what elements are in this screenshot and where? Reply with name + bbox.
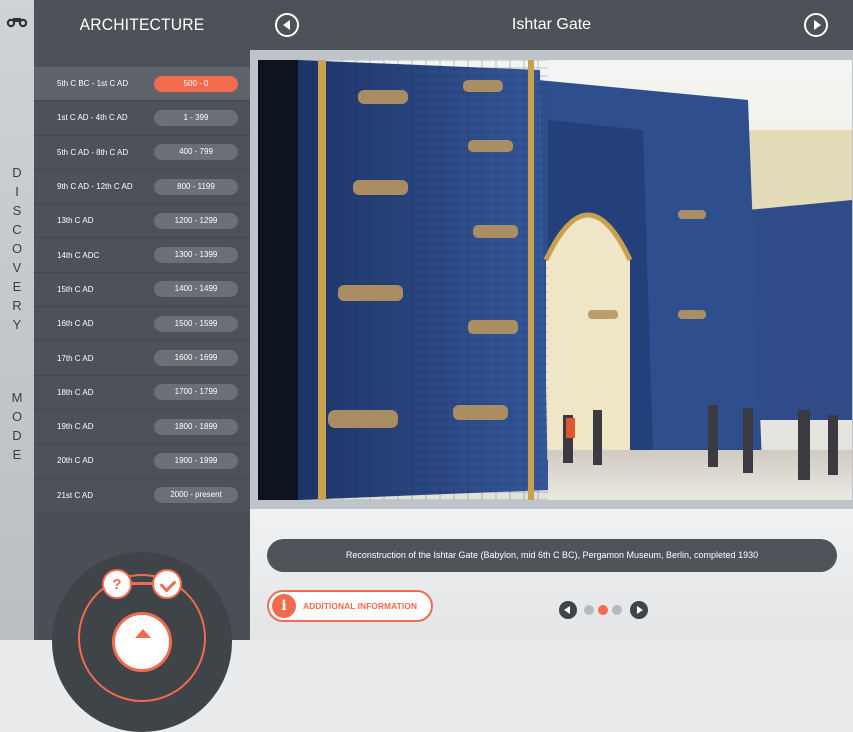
era-label: 21st C AD [57,490,94,500]
rail-letter: M [11,390,23,405]
era-label: 5th C BC - 1st C AD [57,79,129,89]
era-range-badge: 400 - 799 [154,144,238,161]
additional-information-button[interactable]: i ADDITIONAL INFORMATION [267,590,433,622]
caption-area: Reconstruction of the Ishtar Gate (Babyl… [250,509,853,640]
connector-bar [130,582,154,585]
era-item[interactable]: 5th C BC - 1st C AD 500 - 0 [34,67,250,102]
photo-frame [250,50,853,509]
rail-letter: S [12,203,22,218]
rail-letter: O [11,241,23,256]
era-item[interactable]: 9th C AD - 12th C AD 800 - 1199 [34,170,250,205]
era-item[interactable]: 1st C AD - 4th C AD 1 - 399 [34,101,250,136]
expand-up-button[interactable] [112,612,172,672]
binoculars-icon[interactable] [6,14,28,28]
era-label: 15th C AD [57,284,94,294]
era-label: 13th C AD [57,216,94,226]
era-item[interactable]: 19th C AD 1800 - 1899 [34,410,250,445]
era-label: 20th C AD [57,456,94,466]
ishtar-gate-photo[interactable] [258,60,852,500]
era-range-badge: 1200 - 1299 [154,212,238,229]
era-range-badge: 1300 - 1399 [154,247,238,264]
era-label: 5th C AD - 8th C AD [57,147,129,157]
era-item[interactable]: 14th C ADC 1300 - 1399 [34,238,250,273]
era-label: 9th C AD - 12th C AD [57,182,133,192]
additional-information-label: ADDITIONAL INFORMATION [303,601,417,611]
pager-next-button[interactable] [630,601,648,619]
rail-letter: I [15,184,19,199]
mode-rail: DISCOVERY MODE [0,0,34,640]
pager-dot[interactable] [584,605,594,615]
rail-letter: O [11,409,23,424]
rail-letter: E [12,447,22,462]
info-icon: i [272,594,296,618]
quiz-controls: ? [34,512,250,732]
era-item[interactable]: 5th C AD - 8th C AD 400 - 799 [34,136,250,170]
era-range-badge: 2000 - present [154,487,238,504]
next-button[interactable] [804,13,828,37]
rail-letter: Y [12,317,22,332]
era-item[interactable]: 16th C AD 1500 - 1599 [34,307,250,342]
pager-dot-active[interactable] [598,605,608,615]
rail-letter: V [12,260,22,275]
era-range-badge: 500 - 0 [154,75,238,92]
era-range-badge: 1400 - 1499 [154,281,238,298]
era-range-badge: 1 - 399 [154,109,238,126]
era-label: 14th C ADC [57,250,100,260]
era-item[interactable]: 20th C AD 1900 - 1999 [34,444,250,479]
era-range-badge: 1500 - 1599 [154,315,238,332]
pager-dot[interactable] [612,605,622,615]
check-button[interactable] [152,569,182,599]
era-label: 18th C AD [57,387,94,397]
era-item[interactable]: 15th C AD 1400 - 1499 [34,273,250,308]
sidebar-title: ARCHITECTURE HISTORY [79,15,205,84]
sidebar: ARCHITECTURE HISTORY 5th C BC - 1st C AD… [34,0,250,732]
mode-label: MODE [0,388,34,464]
era-item[interactable]: 17th C AD 1600 - 1699 [34,341,250,376]
rail-letter: E [12,279,22,294]
era-label: 16th C AD [57,319,94,329]
rail-letter: R [12,298,22,313]
era-label: 19th C AD [57,422,94,432]
era-range-badge: 1700 - 1799 [154,384,238,401]
era-range-badge: 1800 - 1899 [154,418,238,435]
era-item[interactable]: 18th C AD 1700 - 1799 [34,376,250,410]
era-label: 1st C AD - 4th C AD [57,113,128,123]
question-button[interactable]: ? [102,569,132,599]
era-range-badge: 800 - 1199 [154,178,238,195]
era-list: 5th C BC - 1st C AD 500 - 0 1st C AD - 4th… [34,67,250,513]
question-icon: ? [112,575,122,593]
page-title: Ishtar Gate [511,16,592,33]
pager-previous-button[interactable] [559,601,577,619]
era-item[interactable]: 13th C AD 1200 - 1299 [34,204,250,239]
header: Ishtar Gate [250,0,853,50]
era-range-badge: 1600 - 1699 [154,350,238,367]
era-range-badge: 1900 - 1999 [154,452,238,469]
era-item[interactable]: 21st C AD 2000 - present [34,479,250,513]
image-caption: Reconstruction of the Ishtar Gate (Babyl… [267,539,837,572]
rail-letter: C [12,222,22,237]
discovery-label: DISCOVERY [0,163,34,334]
rail-letter: D [12,428,22,443]
era-label: 17th C AD [57,353,94,363]
image-pager [557,600,652,620]
rail-letter: D [12,165,22,180]
